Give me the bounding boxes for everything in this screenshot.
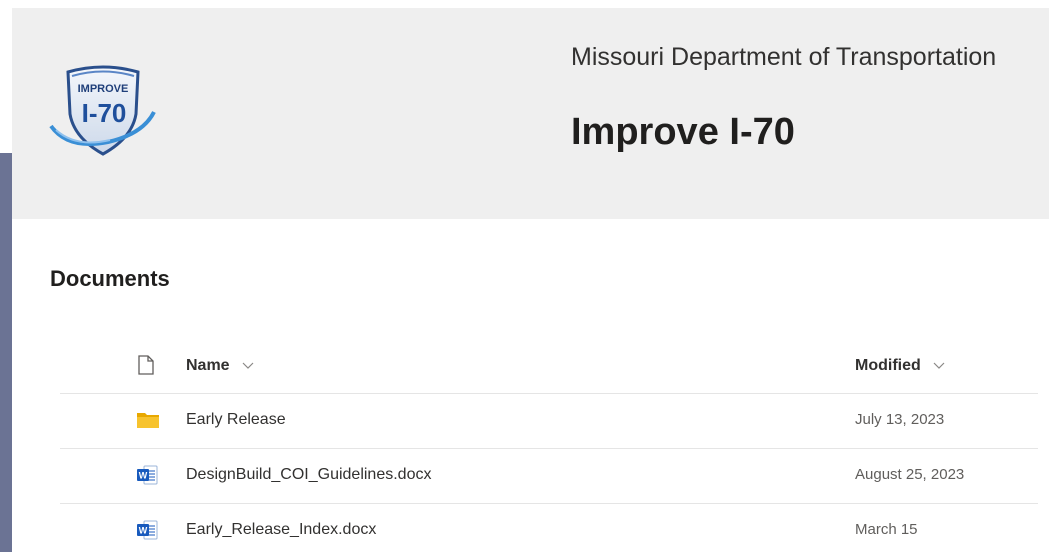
list-item[interactable]: W Early_Release_Index.docx March 15 bbox=[60, 504, 1038, 558]
chevron-down-icon bbox=[242, 357, 254, 375]
word-doc-icon: W bbox=[136, 520, 160, 542]
shield-logo-icon: IMPROVE I-70 bbox=[49, 65, 156, 156]
documents-title[interactable]: Documents bbox=[50, 266, 170, 292]
folder-icon bbox=[136, 410, 160, 432]
list-item[interactable]: W DesignBuild_COI_Guidelines.docx August… bbox=[60, 449, 1038, 504]
svg-text:IMPROVE: IMPROVE bbox=[78, 83, 129, 95]
improve-i70-logo[interactable]: IMPROVE I-70 bbox=[48, 62, 158, 158]
svg-text:W: W bbox=[139, 471, 148, 481]
item-modified: March 15 bbox=[855, 521, 918, 538]
top-strip bbox=[0, 0, 1049, 8]
column-name-label: Name bbox=[186, 357, 230, 375]
item-modified: July 13, 2023 bbox=[855, 411, 945, 428]
site-title[interactable]: Improve I-70 bbox=[571, 111, 795, 154]
documents-list: Name Modified Early Release July 13, 202… bbox=[60, 339, 1038, 558]
list-header-row: Name Modified bbox=[60, 339, 1038, 394]
svg-text:I-70: I-70 bbox=[82, 98, 127, 128]
item-modified: August 25, 2023 bbox=[855, 466, 965, 483]
item-name[interactable]: Early Release bbox=[186, 411, 286, 429]
column-header-name[interactable]: Name bbox=[186, 357, 254, 375]
svg-text:W: W bbox=[139, 526, 148, 536]
item-name[interactable]: Early_Release_Index.docx bbox=[186, 521, 376, 539]
column-modified-label: Modified bbox=[855, 357, 921, 375]
side-rail bbox=[0, 153, 12, 552]
org-name: Missouri Department of Transportation bbox=[571, 43, 997, 71]
item-name[interactable]: DesignBuild_COI_Guidelines.docx bbox=[186, 466, 431, 484]
chevron-down-icon bbox=[933, 357, 945, 375]
list-item[interactable]: Early Release July 13, 2023 bbox=[60, 394, 1038, 449]
word-doc-icon: W bbox=[136, 465, 160, 487]
file-type-icon[interactable] bbox=[136, 355, 160, 377]
column-header-modified[interactable]: Modified bbox=[855, 357, 945, 375]
site-header: IMPROVE I-70 Missouri Department of Tran… bbox=[12, 8, 1049, 219]
